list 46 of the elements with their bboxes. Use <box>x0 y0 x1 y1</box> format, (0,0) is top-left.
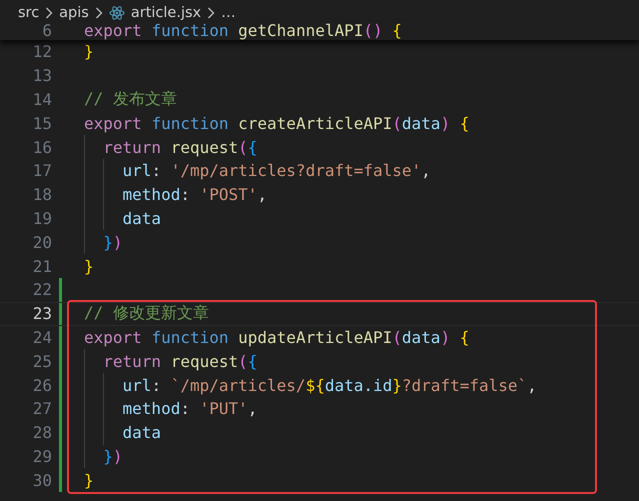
line-number: 26 <box>32 376 52 395</box>
code-line: return request({ <box>102 352 258 371</box>
code-line: // 修改更新文章 <box>84 303 209 324</box>
line-number: 22 <box>32 280 52 300</box>
code-line: data <box>122 208 162 228</box>
chevron-icon <box>207 7 216 19</box>
line-number: 23 <box>32 304 52 324</box>
line-number: 18 <box>32 185 52 204</box>
line-number: 30 <box>32 470 52 490</box>
code-line: data <box>122 423 162 442</box>
chevron-icon <box>94 7 103 19</box>
sticky-code-line: export function getChannelAPI() { <box>84 22 402 40</box>
breadcrumb-item[interactable]: apis <box>59 4 89 22</box>
line-number: 13 <box>32 66 52 86</box>
chevron-icon <box>45 7 54 19</box>
line-number: 16 <box>32 138 52 157</box>
line-number: 20 <box>32 232 52 252</box>
code-line: method: 'POST', <box>122 185 268 204</box>
line-number: 15 <box>32 114 52 133</box>
breadcrumb-item[interactable]: article.jsx <box>130 4 202 22</box>
code-line: url: `/mp/articles/${data.id}?draft=false`, <box>122 376 537 395</box>
code-line: }) <box>102 446 123 466</box>
breadcrumb-item[interactable]: src <box>18 4 40 22</box>
code-line: } <box>84 42 94 62</box>
line-number: 19 <box>32 208 52 228</box>
line-number: 24 <box>32 328 52 347</box>
code-line: return request({ <box>102 138 258 157</box>
line-number: 21 <box>32 256 52 276</box>
code-line: export function updateArticleAPI(data) { <box>84 328 470 347</box>
line-number: 17 <box>32 161 52 180</box>
code-line: }) <box>102 232 123 252</box>
line-number: 29 <box>32 446 52 466</box>
line-number: 28 <box>32 423 52 442</box>
code-line: export function createArticleAPI(data) { <box>84 114 470 133</box>
code-line: } <box>84 470 94 490</box>
line-number: 12 <box>32 42 52 62</box>
more-crumb[interactable]: … <box>221 4 236 22</box>
code-line: // 发布文章 <box>84 88 177 110</box>
code-line: method: 'PUT', <box>122 399 258 418</box>
line-number: 6 <box>41 22 52 40</box>
atom-icon <box>108 5 125 21</box>
code-line: } <box>84 256 94 276</box>
code-line: url: '/mp/articles?draft=false', <box>122 161 431 180</box>
line-number: 27 <box>32 399 52 418</box>
line-number: 14 <box>32 90 52 109</box>
line-number: 25 <box>32 352 52 371</box>
